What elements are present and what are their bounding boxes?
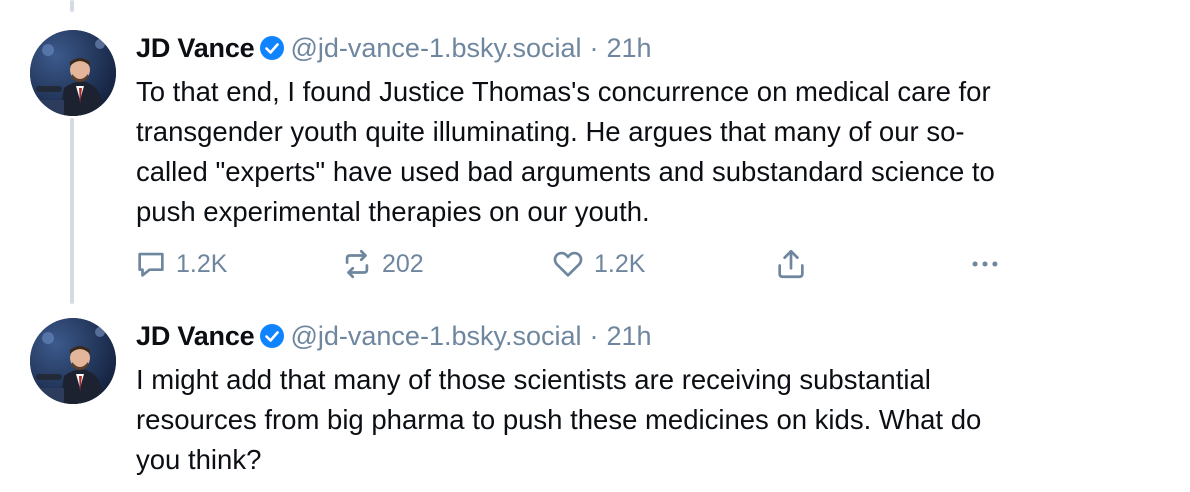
post-2[interactable]: JD Vance @jd-vance-1.bsky.social · 21h I… <box>0 318 1190 492</box>
separator-dot: · <box>589 320 599 351</box>
post-text: I might add that many of those scientist… <box>136 360 1166 480</box>
post-text-line: resources from big pharma to push these … <box>136 404 982 435</box>
avatar[interactable] <box>30 318 116 404</box>
like-count: 1.2K <box>594 249 646 278</box>
timestamp[interactable]: 21h <box>607 321 652 352</box>
author-handle[interactable]: @jd-vance-1.bsky.social <box>290 321 581 352</box>
like-button[interactable]: 1.2K <box>550 247 645 281</box>
post-header: JD Vance @jd-vance-1.bsky.social · 21h <box>136 318 652 354</box>
avatar-image <box>30 318 116 404</box>
repost-arrows-icon <box>345 249 369 279</box>
reply-button[interactable]: 1.2K <box>134 247 227 281</box>
share-button[interactable] <box>774 247 816 281</box>
share-upload-icon <box>778 249 804 279</box>
post-header: JD Vance @jd-vance-1.bsky.social · 21h <box>136 30 652 66</box>
reply-count: 1.2K <box>176 249 228 278</box>
timestamp[interactable]: 21h <box>607 33 652 64</box>
repost-button[interactable]: 202 <box>340 247 424 281</box>
post-text-line: you think? <box>136 444 262 475</box>
heart-icon <box>553 251 583 277</box>
author-handle[interactable]: @jd-vance-1.bsky.social <box>290 33 581 64</box>
repost-count: 202 <box>382 249 424 278</box>
author-name[interactable]: JD Vance <box>136 33 255 64</box>
avatar[interactable] <box>30 30 116 116</box>
post-text-line: I might add that many of those scientist… <box>136 364 931 395</box>
ellipsis-icon <box>972 261 998 267</box>
post-1[interactable]: JD Vance @jd-vance-1.bsky.social · 21h T… <box>0 30 1190 290</box>
post-actions: 1.2K 202 1.2K <box>134 246 1034 282</box>
post-text-line: To that end, I found Justice Thomas's co… <box>136 76 991 107</box>
speech-bubble-icon <box>138 252 164 277</box>
post-text-line: called "experts" have used bad arguments… <box>136 156 995 187</box>
verified-badge-icon <box>260 36 285 60</box>
avatar-image <box>30 30 116 116</box>
verified-badge-icon <box>260 324 285 348</box>
thread-line-top <box>70 0 74 12</box>
more-options-button[interactable] <box>968 247 1010 281</box>
post-text-line: push experimental therapies on our youth… <box>136 196 650 227</box>
post-text-line: transgender youth quite illuminating. He… <box>136 116 965 147</box>
separator-dot: · <box>589 32 599 63</box>
author-name[interactable]: JD Vance <box>136 321 255 352</box>
post-text: To that end, I found Justice Thomas's co… <box>136 72 1166 232</box>
